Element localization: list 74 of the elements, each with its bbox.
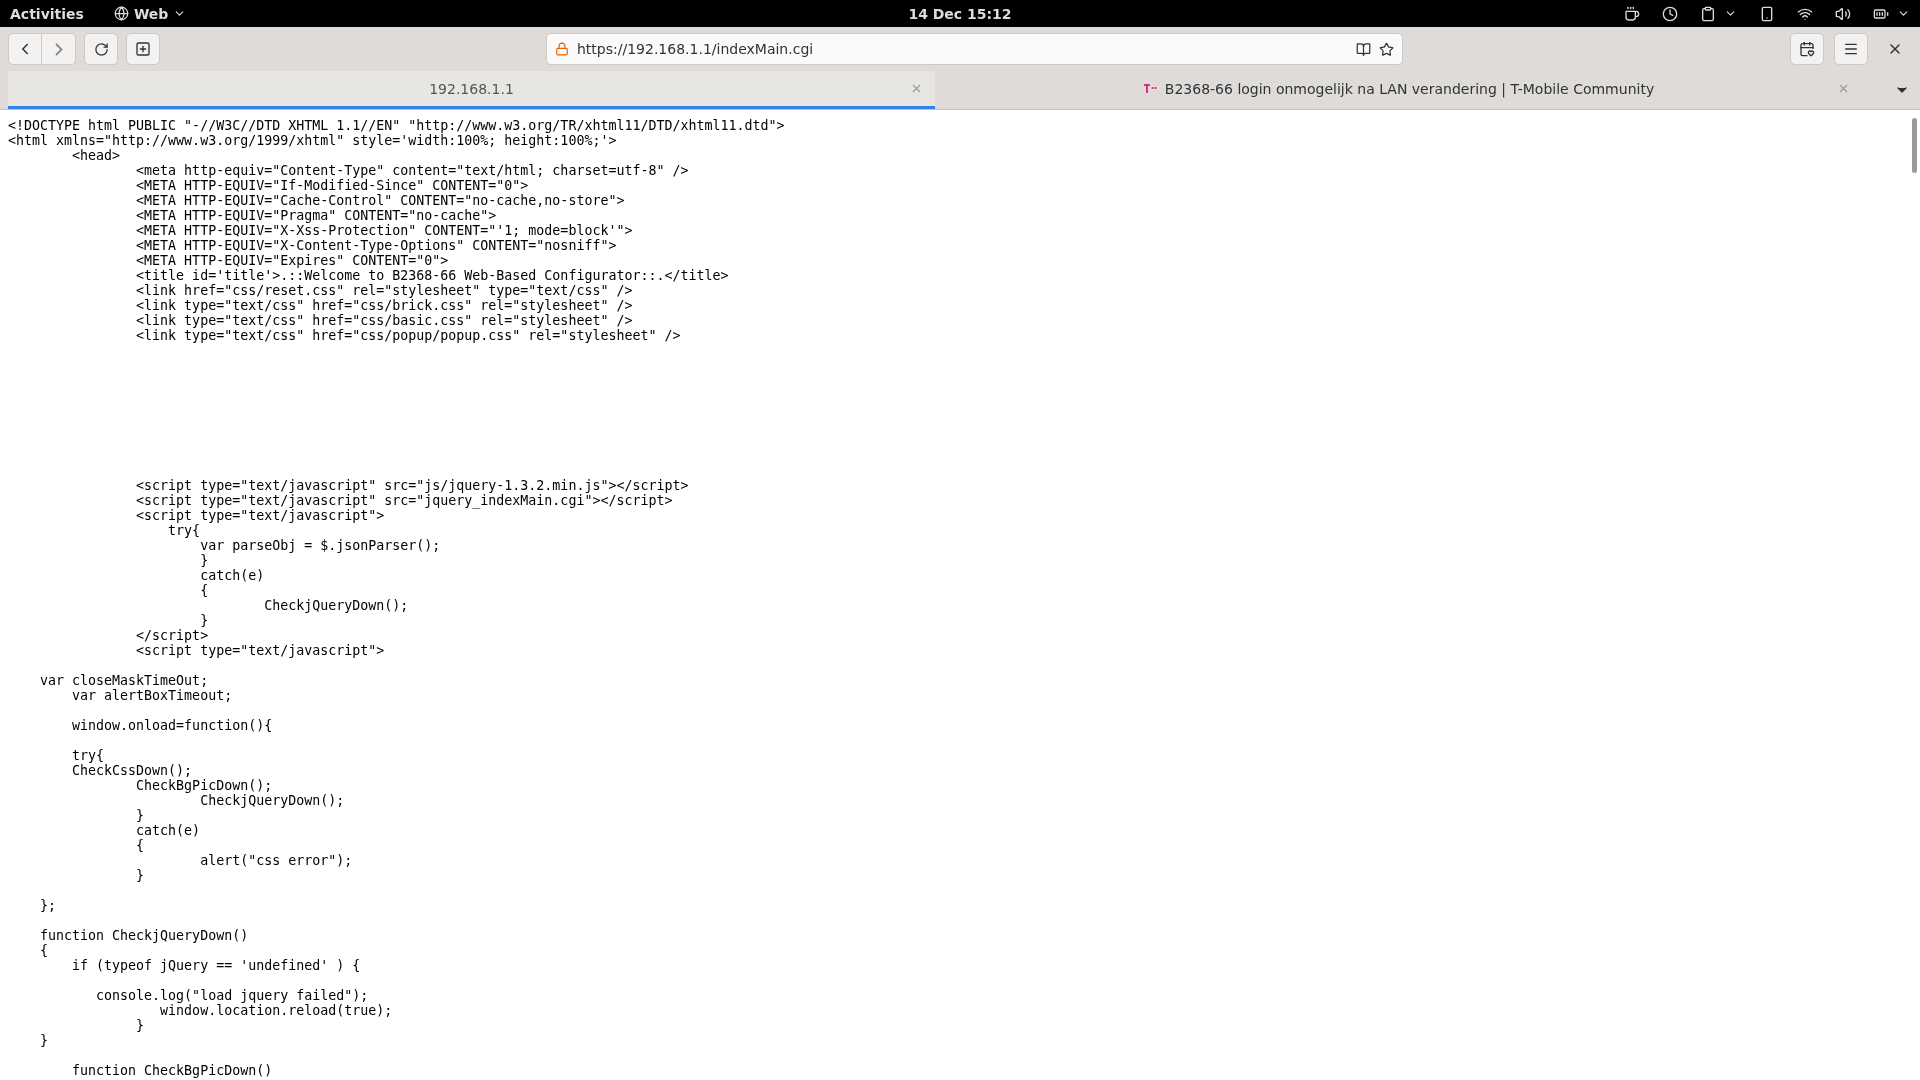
source-line: }	[39, 1033, 49, 1048]
source-line: CheckjQueryDown();	[263, 598, 409, 613]
source-line: <script type="text/javascript">	[135, 643, 385, 658]
source-line: <html xmlns="http://www.w3.org/1999/xhtml" style='width:100%; height:100%;'>	[8, 133, 617, 148]
clipboard-icon[interactable]	[1700, 5, 1716, 22]
source-line: {	[135, 838, 145, 853]
source-line: <link type="text/css" href="css/basic.css" rel="stylesheet" />	[135, 313, 633, 328]
source-line: try{	[167, 523, 201, 538]
reload-icon	[93, 41, 109, 57]
source-line: <meta http-equiv="Content-Type" content="text/html; charset=utf-8" />	[135, 163, 689, 178]
source-line: CheckjQueryDown();	[199, 793, 345, 808]
source-line: </script>	[135, 628, 209, 643]
source-line: <META HTTP-EQUIV="X-Xss-Protection" CONTENT="'1; mode=block'">	[135, 223, 633, 238]
source-line: window.onload=function(){	[71, 718, 273, 733]
source-line: }	[135, 868, 145, 883]
source-line: if (typeof jQuery == 'undefined' ) {	[71, 958, 361, 973]
source-line: <link href="css/reset.css" rel="stylesheet" type="text/css" />	[135, 283, 633, 298]
globe-icon	[113, 6, 129, 21]
source-line: catch(e)	[199, 568, 265, 583]
source-line: };	[39, 898, 57, 913]
source-line: <head>	[71, 148, 121, 163]
source-line: <META HTTP-EQUIV="Cache-Control" CONTENT="no-cache,no-store">	[135, 193, 625, 208]
activities-button[interactable]: Activities	[10, 5, 84, 22]
source-line: var parseObj = $.jsonParser();	[199, 538, 441, 553]
browser-tab[interactable]: 192.168.1.1	[8, 71, 935, 109]
star-icon[interactable]	[1379, 41, 1394, 57]
source-line: }	[135, 1018, 145, 1033]
source-line: window.location.reload(true);	[159, 1003, 393, 1018]
source-line: {	[199, 583, 209, 598]
source-line: try{	[71, 748, 105, 763]
source-line: <title id='title'>.::Welcome to B2368-66 Web-Based Configurator::.</title>	[135, 268, 729, 283]
reload-button[interactable]	[84, 33, 118, 65]
browser-tab[interactable]: B2368-66 login onmogelijk na LAN verandering | T-Mobile Community	[935, 71, 1862, 109]
menu-icon	[1843, 41, 1859, 57]
source-line: <META HTTP-EQUIV="If-Modified-Since" CONTENT="0">	[135, 178, 529, 193]
source-line: <script type="text/javascript" src="js/jquery-1.3.2.min.js"></script>	[135, 478, 689, 493]
source-line: var alertBoxTimeout;	[71, 688, 233, 703]
lock-warning-icon	[555, 42, 569, 56]
source-line: <META HTTP-EQUIV="X-Content-Type-Options" CONTENT="nosniff">	[135, 238, 617, 253]
source-line: <META HTTP-EQUIV="Pragma" CONTENT="no-cache">	[135, 208, 497, 223]
source-line: CheckCssDown();	[71, 763, 193, 778]
source-line: var closeMaskTimeOut;	[39, 673, 209, 688]
menu-button[interactable]	[1834, 33, 1868, 65]
url-text: https://192.168.1.1/indexMain.cgi	[577, 41, 815, 57]
source-line: <script type="text/javascript" src="jquery_indexMain.cgi"></script>	[135, 493, 673, 508]
phone-icon[interactable]	[1759, 5, 1775, 22]
reader-icon[interactable]	[1356, 41, 1371, 57]
forward-icon	[54, 42, 63, 56]
source-line: console.log("load jquery failed");	[95, 988, 369, 1003]
source-line: alert("css error");	[199, 853, 353, 868]
new-tab-button[interactable]	[126, 33, 160, 65]
source-line: }	[199, 613, 209, 628]
source-line: <script type="text/javascript">	[135, 508, 385, 523]
source-line: CheckBgPicDown();	[135, 778, 273, 793]
volume-icon[interactable]	[1835, 5, 1851, 22]
scrollbar[interactable]	[1912, 118, 1917, 173]
source-line: <META HTTP-EQUIV="Expires" CONTENT="0">	[135, 253, 449, 268]
cup-icon[interactable]	[1624, 5, 1640, 22]
app-menu[interactable]: Web	[113, 5, 187, 22]
source-line: function CheckjQueryDown()	[39, 928, 249, 943]
plus-square-icon	[135, 41, 151, 57]
source-line: <link type="text/css" href="css/brick.css" rel="stylesheet" />	[135, 298, 633, 313]
source-line: function CheckBgPicDown()	[71, 1063, 273, 1078]
address-field[interactable]: https://192.168.1.1/indexMain.cgi	[546, 33, 1403, 65]
bookmarks-button[interactable]	[1790, 33, 1824, 65]
clock[interactable]: 14 Dec 15:12	[900, 5, 1020, 22]
clock-icon[interactable]	[1662, 5, 1678, 22]
calendar-heart-icon	[1799, 41, 1815, 57]
source-line: <link type="text/css" href="css/popup/popup.css" rel="stylesheet" />	[135, 328, 681, 343]
source-line: catch(e)	[135, 823, 201, 838]
source-line: <!DOCTYPE html PUBLIC "-//W3C//DTD XHTML 1.1//EN" "http://www.w3.org/TR/xhtml11/DTD/xhtml11.dtd">	[8, 118, 785, 133]
source-line: }	[135, 808, 145, 823]
source-line: {	[39, 943, 49, 958]
source-line: }	[199, 553, 209, 568]
